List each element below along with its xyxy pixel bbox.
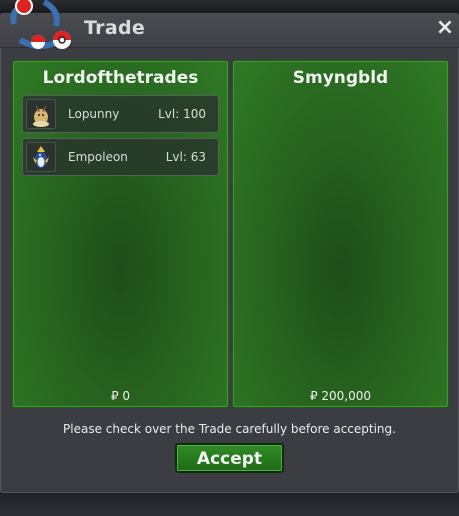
accept-button[interactable]: Accept <box>175 443 284 473</box>
pokeball-logo-icon <box>10 0 71 49</box>
pokemon-name: Lopunny <box>68 107 120 121</box>
bottom-strip <box>0 494 459 516</box>
trade-panel-left: Lordofthetrades Lopunny Lvl: 100 Empoleo… <box>12 60 229 408</box>
empoleon-sprite-icon <box>26 142 56 172</box>
close-icon[interactable]: × <box>432 15 458 41</box>
money-offer-right: ₽ 200,000 <box>309 389 372 403</box>
money-offer-left: ₽ 0 <box>110 389 131 403</box>
pokemon-name: Empoleon <box>68 150 128 164</box>
trade-panel-right: Smyngbld ₽ 200,000 <box>232 60 449 408</box>
window-title: Trade <box>84 17 146 39</box>
pokemon-level: Lvl: 100 <box>158 107 206 121</box>
trainer-name-right: Smyngbld <box>292 68 389 88</box>
lopunny-sprite-icon <box>26 99 56 129</box>
pokemon-row[interactable]: Lopunny Lvl: 100 <box>22 95 219 133</box>
trainer-name-left: Lordofthetrades <box>42 68 199 88</box>
trade-notice: Please check over the Trade carefully be… <box>63 422 396 436</box>
pokemon-level: Lvl: 63 <box>165 150 206 164</box>
pokemon-row[interactable]: Empoleon Lvl: 63 <box>22 138 219 176</box>
